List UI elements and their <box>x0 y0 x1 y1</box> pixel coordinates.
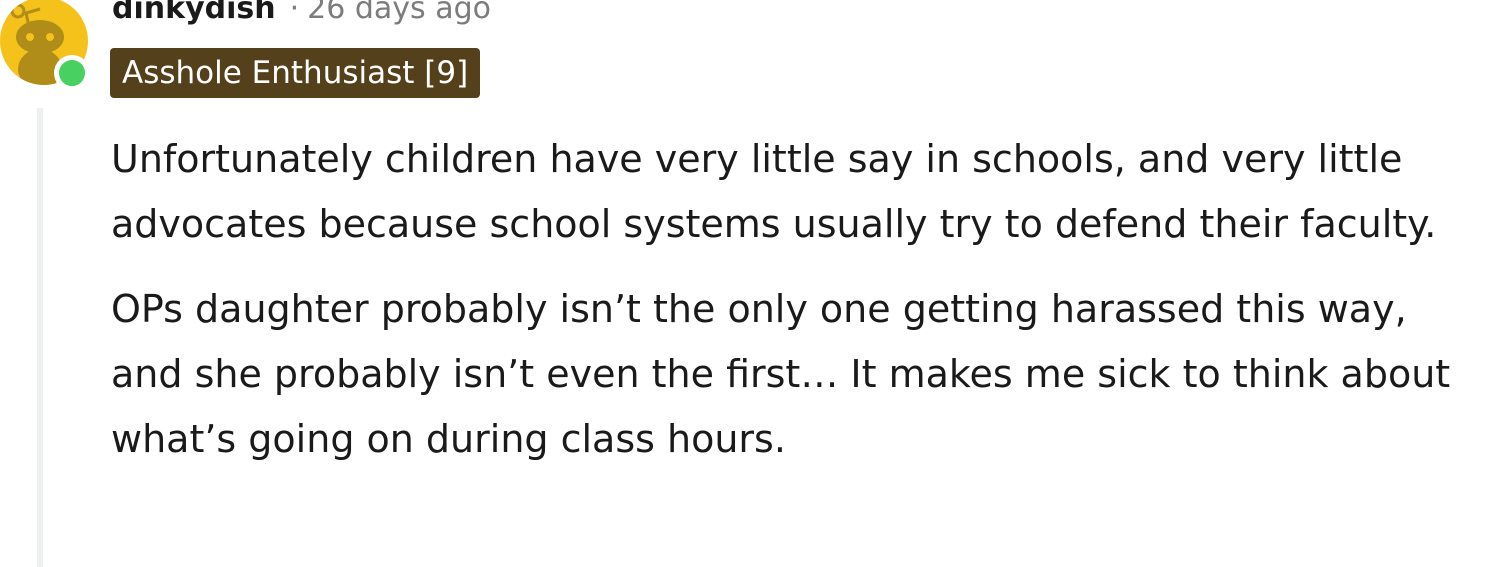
username-link[interactable]: dinkydish <box>112 0 276 26</box>
thread-collapse-line[interactable] <box>37 108 43 567</box>
user-flair-badge: Asshole Enthusiast [9] <box>110 48 481 98</box>
comment: dinkydish · 26 days ago Asshole Enthusia… <box>0 0 1488 567</box>
timestamp-link[interactable]: 26 days ago <box>307 0 491 26</box>
comment-paragraph: Unfortunately children have very little … <box>111 137 1437 246</box>
comment-meta: dinkydish · 26 days ago <box>112 0 491 28</box>
comment-body: Unfortunately children have very little … <box>111 127 1486 492</box>
online-status-icon <box>54 55 90 91</box>
comment-paragraph: OPs daughter probably isn’t the only one… <box>111 287 1451 461</box>
avatar[interactable] <box>0 0 92 91</box>
meta-separator: · <box>289 0 300 26</box>
